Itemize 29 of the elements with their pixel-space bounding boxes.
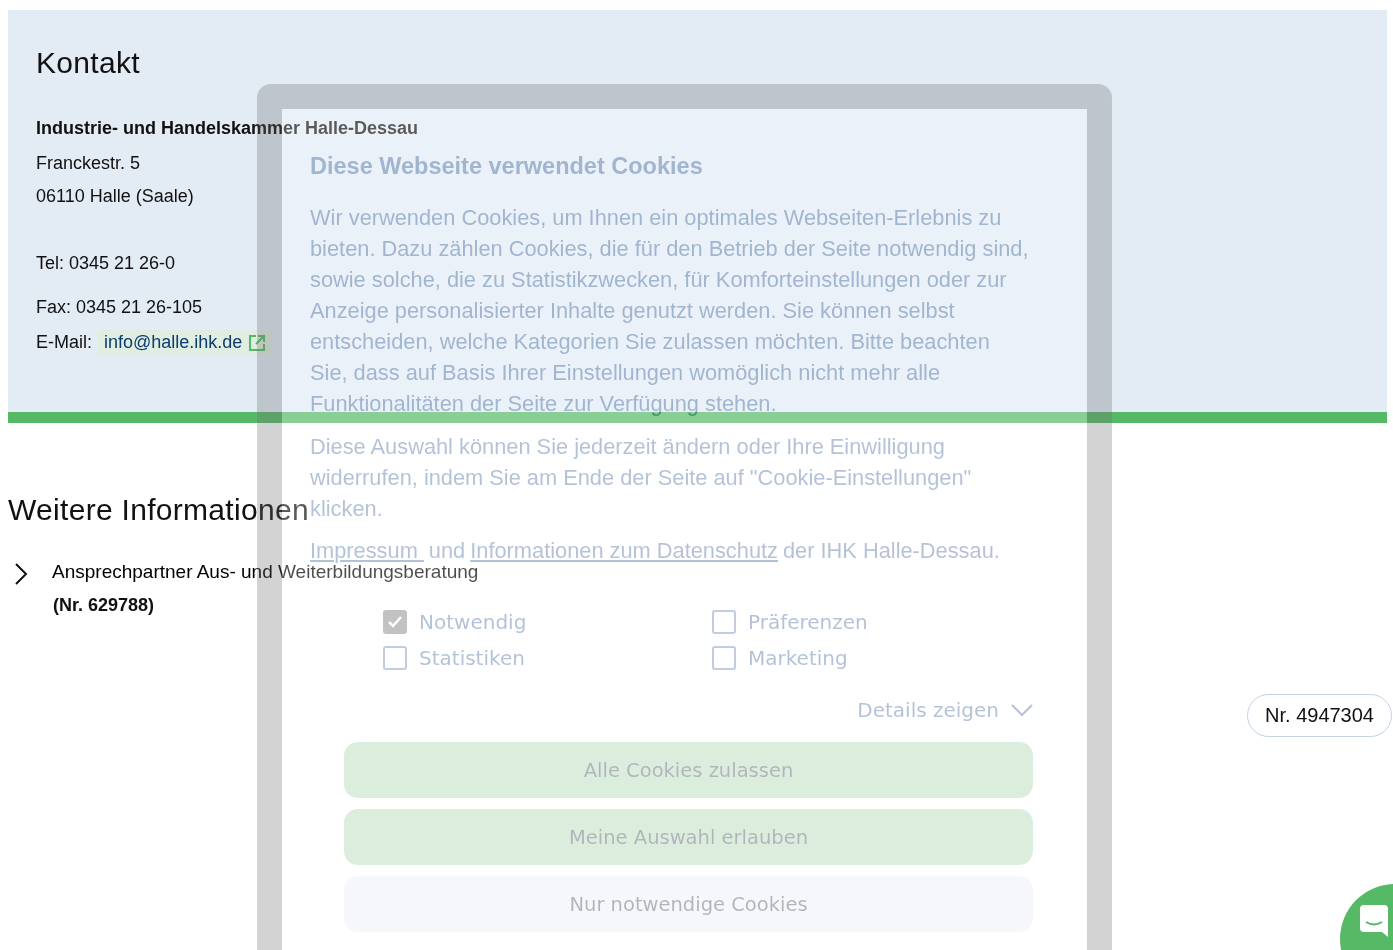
notice-text: und (428, 538, 466, 564)
email-label: E-Mail: (36, 332, 92, 353)
item-number: (Nr. 629788) (53, 595, 155, 616)
cookie-option[interactable]: Statistiken (383, 646, 712, 670)
section-heading: Weitere Informationen (8, 493, 309, 527)
checkbox[interactable] (712, 646, 736, 670)
checkbox[interactable] (383, 646, 407, 670)
dialog-paragraph: Diese Auswahl können Sie jederzeit ändern oder Ihre Einwilligung widerrufen, indem Sie am Ende der Seite auf "Cookie-Einstellungen" klicken. (310, 433, 973, 523)
fax-number: Fax: 0345 21 26-105 (36, 297, 203, 318)
organization-name: Industrie- und Handelskammer Halle-Dessau (36, 118, 419, 139)
notice-link[interactable]: Informationen zum Datenschutz (470, 538, 778, 564)
address-line: Franckestr. 5 (36, 153, 141, 174)
dialog-paragraph: Wir verwenden Cookies, um Ihnen ein optimales Webseiten-Erlebnis zu bieten. Dazu zählen Cookies, die für den Betrieb der Seite notwendig sind, sowie solche, die zu Statistikzwecken, für Komforteinstellungen oder zur Anzeige personalisierter Inhalte genutzt werden. Sie können selbst entscheiden, welche Kategorien Sie zulassen möchten. Bitte beachten Sie, dass auf Basis Ihrer Einstellungen womöglich nicht mehr alle Funktionalitäten der Seite zur Verfügung stehen. (310, 204, 1030, 418)
dialog-title: Diese Webseite verwendet Cookies (310, 153, 704, 180)
cookie-option[interactable]: Marketing (712, 646, 1012, 670)
check-icon (387, 614, 403, 630)
chevron-down-icon (1011, 703, 1033, 717)
external-link-icon (248, 333, 267, 352)
notice-text: der IHK Halle-Dessau. (782, 538, 1000, 564)
checkbox[interactable] (712, 610, 736, 634)
details-toggle[interactable]: Details zeigen (857, 698, 1033, 722)
notice-link[interactable]: Impressum (310, 538, 424, 564)
consent-button[interactable]: Nur notwendige Cookies (344, 876, 1033, 932)
section-heading: Kontakt (36, 46, 140, 80)
chat-icon (1360, 905, 1388, 937)
email-link[interactable]: info@halle.ihk.de (98, 330, 273, 355)
address-line: 06110 Halle (Saale) (36, 186, 194, 207)
phone-number: Tel: 0345 21 26-0 (36, 253, 176, 274)
cookie-option[interactable]: Präferenzen (712, 610, 1012, 634)
